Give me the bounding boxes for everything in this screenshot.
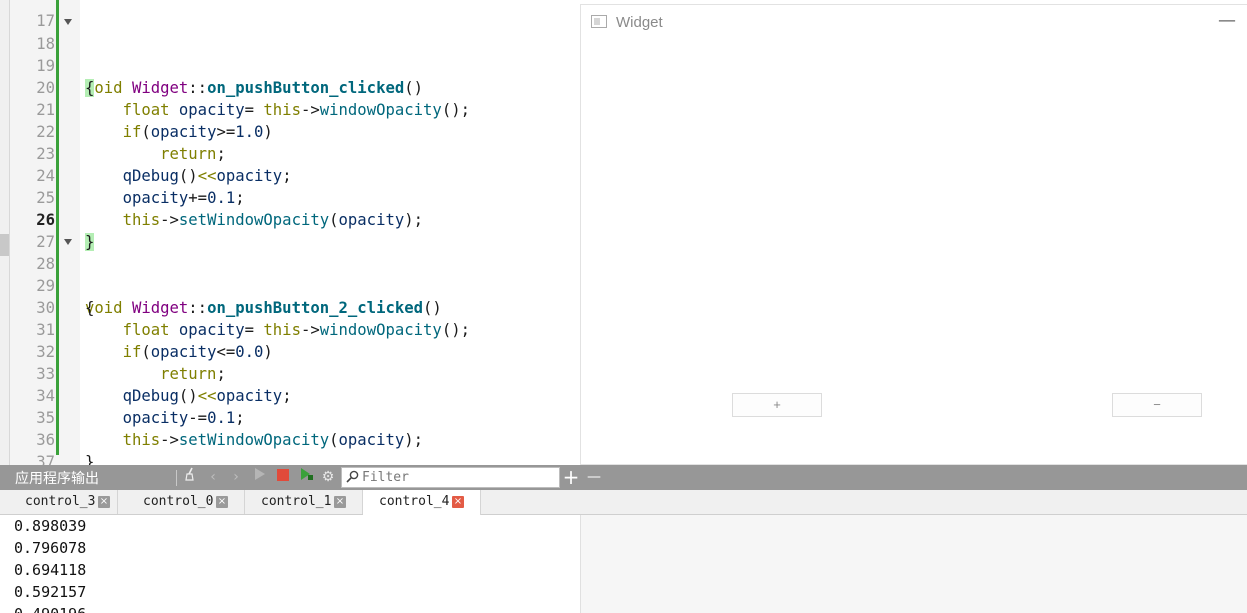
filter-field[interactable] [341, 467, 560, 488]
code-line[interactable]: 30 float opacity= this->windowOpacity(); [0, 275, 580, 339]
code-line[interactable]: 24 opacity+=0.1; [0, 143, 580, 207]
code-line[interactable]: 17 [0, 0, 580, 30]
code-line[interactable]: 19 { [0, 33, 580, 97]
decrease-opacity-button[interactable]: − [1112, 393, 1202, 417]
code-line[interactable]: 27 [0, 209, 580, 251]
minimize-button[interactable]: — [1215, 9, 1239, 33]
toolbar-separator [176, 470, 177, 486]
search-icon [346, 470, 359, 487]
filter-input[interactable] [362, 469, 552, 486]
rerun-icon[interactable] [297, 465, 317, 490]
chevron-left-icon[interactable]: ‹ [203, 465, 223, 490]
output-tab-bar: control_3 × control_0 × control_1 × cont… [0, 490, 1247, 515]
code-line[interactable]: 33 qDebug()<<opacity; [0, 341, 580, 405]
tab-label: control_3 [25, 494, 96, 509]
increase-opacity-button[interactable]: + [732, 393, 822, 417]
code-line[interactable]: 18 void Widget::on_pushButton_clicked() [0, 11, 580, 97]
output-pane-title[interactable]: 应用程序输出 [15, 468, 99, 488]
window-titlebar[interactable]: Widget — [581, 5, 1247, 41]
application-output-text[interactable]: 0.898039 0.796078 0.694118 0.592157 0.49… [0, 515, 580, 613]
code-line[interactable]: 29 { [0, 253, 580, 317]
code-line[interactable]: 21 if(opacity>=1.0) [0, 77, 580, 141]
code-text: } [85, 453, 95, 465]
tab-label: control_1 [261, 494, 332, 509]
code-line[interactable]: 34 opacity-=0.1; [0, 363, 580, 427]
output-line: 0.694118 [14, 561, 87, 579]
tab-control-4[interactable]: control_4 × [363, 490, 481, 515]
stop-icon[interactable] [273, 465, 293, 490]
code-editor[interactable]: 17 18 void Widget::on_pushButton_clicked… [0, 0, 580, 465]
tab-control-3[interactable]: control_3 × [12, 490, 118, 514]
close-icon[interactable]: × [216, 496, 228, 508]
play-icon[interactable] [250, 465, 270, 490]
output-line: 0.592157 [14, 583, 87, 601]
tab-label: control_0 [143, 494, 214, 509]
line-number: 37 [36, 453, 55, 465]
broom-icon[interactable] [181, 465, 201, 490]
code-line[interactable]: 25 this->setWindowOpacity(opacity); [0, 165, 580, 229]
code-line[interactable]: 26 } [0, 187, 580, 251]
close-icon[interactable]: × [334, 496, 346, 508]
output-line: 0.898039 [14, 517, 87, 535]
window-title: Widget [616, 14, 663, 31]
fold-arrow-icon[interactable] [64, 239, 72, 245]
code-line[interactable]: 22 return; [0, 99, 580, 163]
close-icon[interactable]: × [452, 496, 464, 508]
output-pane-toolbar: 应用程序输出 ‹ › ⚙ + — [0, 465, 1247, 490]
code-line[interactable]: 35 this->setWindowOpacity(opacity); [0, 385, 580, 449]
code-line[interactable]: 31 if(opacity<=0.0) [0, 297, 580, 361]
widget-window[interactable]: Widget — + − [580, 4, 1247, 465]
widget-window-lower-area [580, 515, 1247, 613]
code-line[interactable]: 28 void Widget::on_pushButton_2_clicked(… [0, 231, 580, 317]
gear-icon[interactable]: ⚙ [318, 465, 338, 490]
tab-control-0[interactable]: control_0 × [118, 490, 245, 514]
chevron-right-icon[interactable]: › [226, 465, 246, 490]
output-line: 0.490196 [14, 603, 86, 613]
code-line[interactable]: 23 qDebug()<<opacity; [0, 121, 580, 185]
code-line[interactable]: 32 return; [0, 319, 580, 383]
remove-pane-button[interactable]: — [584, 465, 604, 490]
window-icon [591, 15, 607, 28]
output-line: 0.796078 [14, 539, 87, 557]
code-line[interactable]: 37 [0, 429, 580, 465]
fold-arrow-icon[interactable] [64, 19, 72, 25]
code-line[interactable]: 36 } [0, 407, 580, 465]
add-pane-button[interactable]: + [561, 465, 581, 490]
tab-control-1[interactable]: control_1 × [245, 490, 363, 514]
close-icon[interactable]: × [98, 496, 110, 508]
code-line[interactable]: 20 float opacity= this->windowOpacity(); [0, 55, 580, 119]
tab-label: control_4 [379, 494, 450, 509]
